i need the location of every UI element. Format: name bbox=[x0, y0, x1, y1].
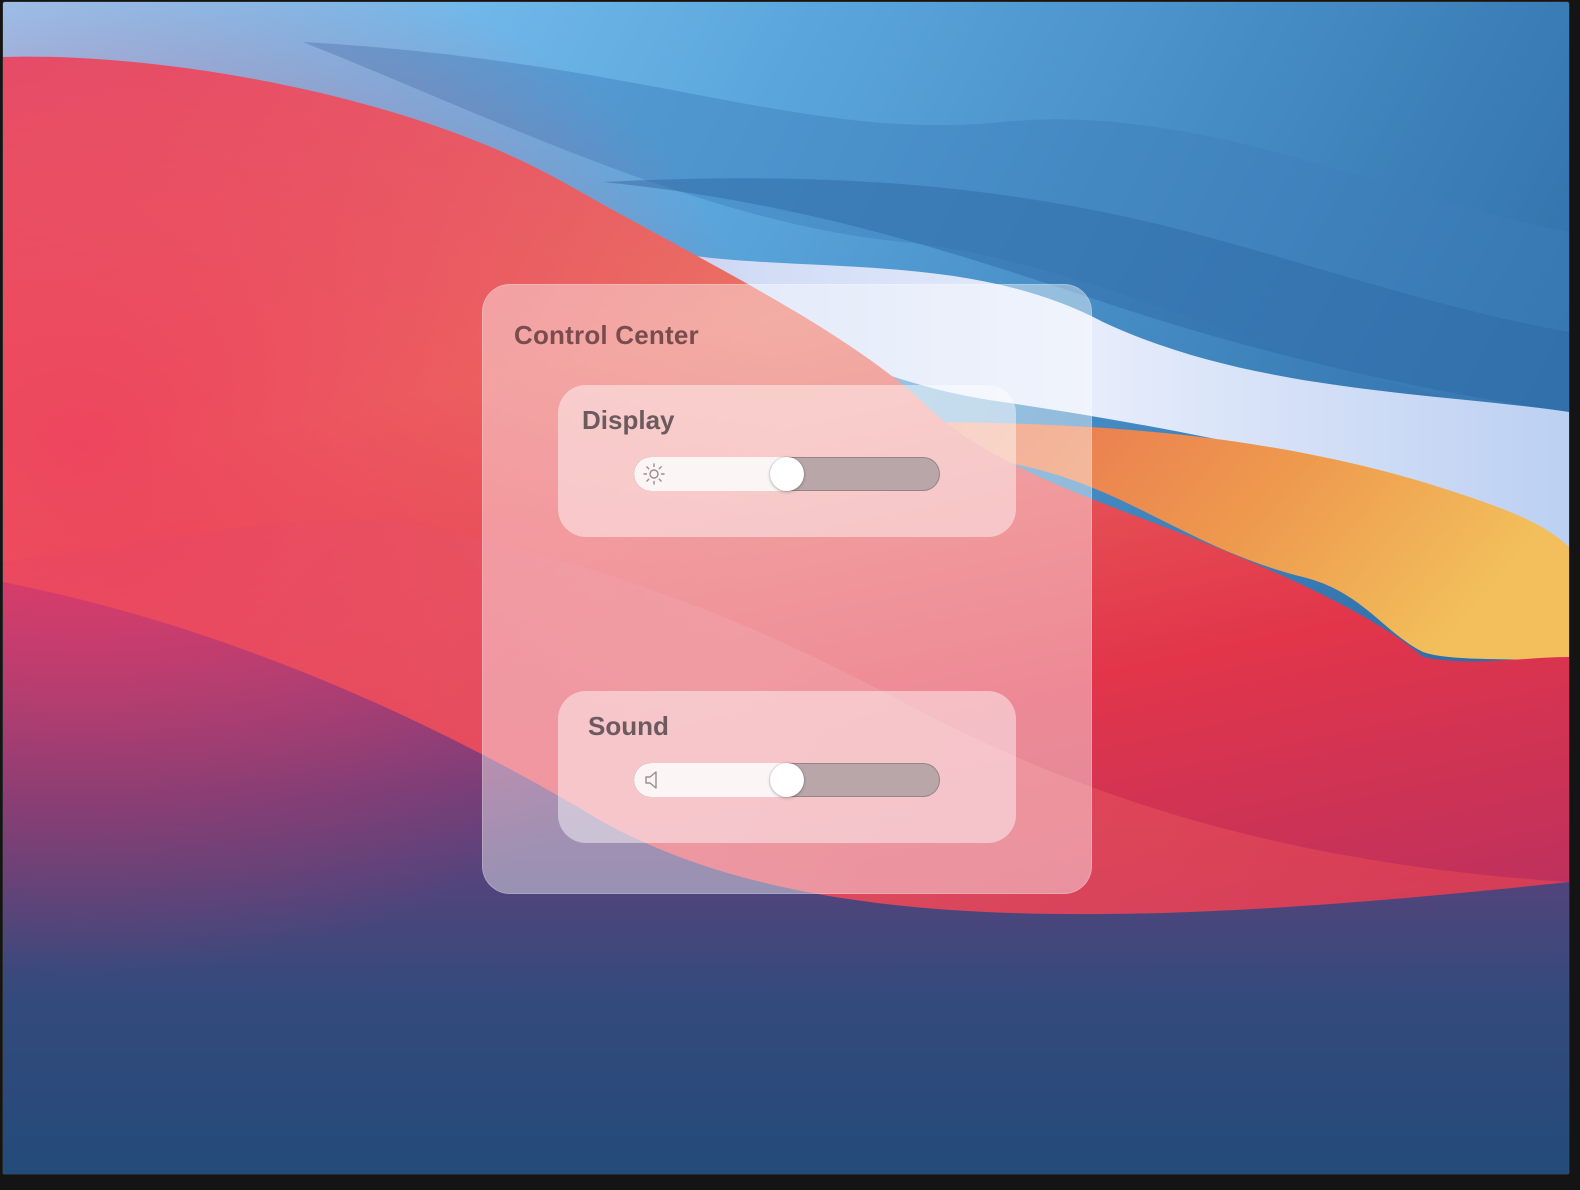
brightness-slider-knob[interactable] bbox=[770, 457, 804, 491]
speaker-icon bbox=[645, 771, 657, 789]
screen: Control Center Display Sound bbox=[0, 0, 1580, 1190]
panel-title: Control Center bbox=[514, 320, 699, 350]
desktop-wallpaper: Control Center Display Sound bbox=[2, 1, 1570, 1175]
sound-label: Sound bbox=[588, 711, 669, 741]
sun-icon bbox=[643, 463, 665, 485]
sound-module: Sound bbox=[558, 691, 1016, 843]
control-center-panel: Control Center Display Sound bbox=[482, 284, 1092, 894]
display-module: Display bbox=[558, 385, 1016, 537]
volume-slider-knob[interactable] bbox=[770, 763, 804, 797]
display-label: Display bbox=[582, 405, 675, 435]
